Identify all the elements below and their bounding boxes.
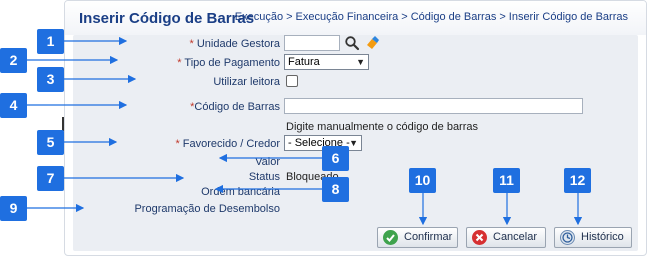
annotation-badge-9: 9: [0, 196, 27, 221]
annotation-badge-11: 11: [493, 168, 520, 193]
annotation-badge-8: 8: [322, 177, 349, 202]
annotation-badge-2: 2: [0, 48, 27, 73]
annotation-badge-3: 3: [37, 67, 64, 92]
annotation-badge-12: 12: [564, 168, 591, 193]
annotation-badge-10: 10: [409, 168, 436, 193]
annotation-arrows: [24, 36, 583, 226]
annotation-badge-5: 5: [37, 130, 64, 155]
annotation-badge-6: 6: [322, 146, 349, 171]
annotation-badge-7: 7: [37, 166, 64, 191]
annotation-badge-4: 4: [0, 93, 27, 118]
annotation-badge-1: 1: [37, 29, 64, 54]
